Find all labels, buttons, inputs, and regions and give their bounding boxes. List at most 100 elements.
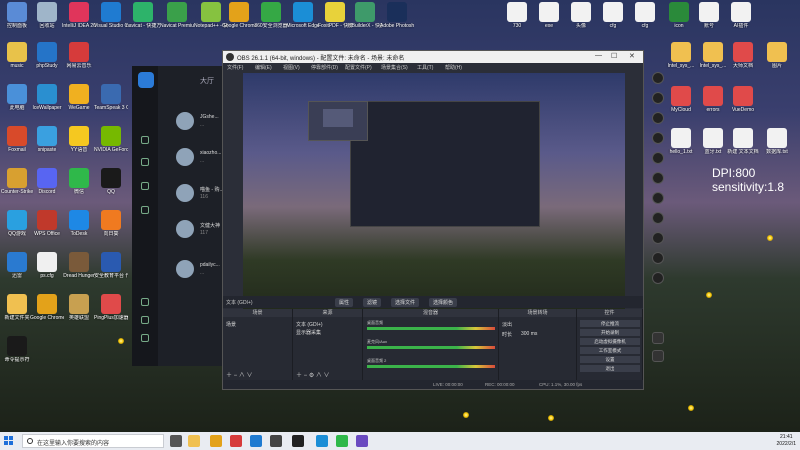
desktop-icon[interactable]: Intel_sys_... bbox=[696, 42, 730, 69]
desktop-icon[interactable]: Foxmail bbox=[0, 126, 34, 153]
minimize-button[interactable]: — bbox=[595, 52, 602, 59]
wifi-icon[interactable] bbox=[141, 206, 149, 214]
desktop-icon[interactable]: 回收站 bbox=[30, 2, 64, 29]
source-item-display[interactable]: 显示器采集 bbox=[296, 329, 321, 336]
chat-icon[interactable] bbox=[652, 350, 664, 362]
friends-icon[interactable] bbox=[141, 158, 149, 166]
volume-meter[interactable] bbox=[367, 346, 495, 349]
desktop-icon[interactable]: cfg bbox=[596, 2, 630, 29]
desktop-icon[interactable]: Intel_sys_... bbox=[664, 42, 698, 69]
desktop-icon[interactable]: AI插件 bbox=[724, 2, 758, 29]
desktop-icon[interactable]: 新建文件夹 bbox=[0, 294, 34, 321]
toolbar-button[interactable] bbox=[652, 252, 664, 264]
properties-button[interactable]: 属性 bbox=[335, 298, 354, 307]
chat-contact-row[interactable]: xiaozho...... bbox=[172, 140, 228, 178]
select-color-button[interactable]: 选择颜色 bbox=[429, 298, 458, 307]
power-icon[interactable] bbox=[652, 332, 664, 344]
desktop-icon[interactable]: VueDemo bbox=[726, 86, 760, 113]
desktop-icon[interactable]: 命令提示符 bbox=[0, 336, 34, 363]
settings-icon[interactable] bbox=[141, 334, 149, 342]
menu-profile[interactable]: 配置文件(P) bbox=[345, 64, 372, 71]
start-recording-button[interactable]: 开始录制 bbox=[580, 329, 640, 336]
desktop-icon[interactable]: Adobe Photosh... bbox=[380, 2, 414, 29]
desktop-icon[interactable]: Discord bbox=[30, 168, 64, 195]
menu-file[interactable]: 文件(F) bbox=[227, 64, 243, 71]
exit-button[interactable]: 退出 bbox=[580, 365, 640, 372]
other-icon[interactable] bbox=[356, 435, 368, 447]
desktop-icon[interactable]: IceWallpaper bbox=[30, 84, 64, 111]
typora-icon[interactable] bbox=[270, 435, 282, 447]
desktop-icon[interactable]: phpStudy bbox=[30, 42, 64, 69]
desktop-icon[interactable]: navicat - 快捷方式 bbox=[126, 2, 160, 29]
taskbar-search-box[interactable]: 在这里输入你要搜索的内容 bbox=[22, 434, 164, 448]
desktop-icon[interactable]: ps.cfg bbox=[30, 252, 64, 279]
close-button[interactable]: ✕ bbox=[629, 52, 635, 60]
wechat-icon[interactable] bbox=[336, 435, 348, 447]
toolbar-button[interactable] bbox=[652, 112, 664, 124]
desktop-icon[interactable]: 英雄联盟 bbox=[62, 294, 96, 321]
scene-controls[interactable]: ＋ − ∧ ∨ bbox=[226, 370, 253, 379]
desktop-icon[interactable]: 图片 bbox=[760, 42, 794, 69]
filters-button[interactable]: 滤镜 bbox=[363, 298, 382, 307]
windows-start-icon[interactable] bbox=[4, 436, 14, 446]
toolbar-button[interactable] bbox=[652, 192, 664, 204]
search-icon[interactable] bbox=[141, 298, 149, 306]
settings-button[interactable]: 设置 bbox=[580, 356, 640, 363]
desktop-icon[interactable]: 新建 文本文档 bbox=[726, 128, 760, 155]
desktop-icon[interactable]: 账号 bbox=[692, 2, 726, 29]
desktop-icon[interactable]: Google Chrome bbox=[222, 2, 256, 29]
desktop-icon[interactable]: ToDesk bbox=[62, 210, 96, 237]
chat-contact-row[interactable]: pdailyc...... bbox=[172, 252, 228, 290]
chat-contact-row[interactable]: 喵鱼 - 购... 116 bbox=[172, 176, 228, 214]
toolbar-button[interactable] bbox=[652, 72, 664, 84]
desktop-icon[interactable]: Microsoft Edge bbox=[286, 2, 320, 29]
desktop-icon[interactable]: 此电脑 bbox=[0, 84, 34, 111]
volume-meter[interactable] bbox=[367, 327, 495, 330]
stop-streaming-button[interactable]: 停止推流 bbox=[580, 320, 640, 327]
desktop-icon[interactable]: TeamSpeak 3 Client bbox=[94, 84, 128, 111]
system-clock[interactable]: 21:41 2022/2/1 bbox=[777, 434, 796, 448]
desktop-icon[interactable]: NVIDIA GeForce bbox=[94, 126, 128, 153]
desktop-icon[interactable]: hello_1.txt bbox=[664, 128, 698, 155]
select-file-button[interactable]: 选择文件 bbox=[391, 298, 420, 307]
vscode-icon[interactable] bbox=[250, 435, 262, 447]
desktop-icon[interactable]: 蓝牙.txt bbox=[696, 128, 730, 155]
desktop-icon[interactable]: Dread Hunger bbox=[62, 252, 96, 279]
chat-contact-row[interactable]: 文健大神 117 bbox=[172, 212, 228, 250]
games-icon[interactable] bbox=[141, 182, 149, 190]
menu-tools[interactable]: 工具(T) bbox=[417, 64, 433, 71]
source-controls[interactable]: ＋ − ⚙ ∧ ∨ bbox=[296, 370, 330, 379]
desktop-icon[interactable]: IntelliJ IDEA 2021.2.1 bbox=[62, 2, 96, 29]
desktop-icon[interactable]: 730 bbox=[500, 2, 534, 29]
desktop-icon[interactable]: YY语音 bbox=[62, 126, 96, 153]
group-icon[interactable] bbox=[141, 316, 149, 324]
desktop-icon[interactable]: 控制面板 bbox=[0, 2, 34, 29]
desktop-icon[interactable]: 大师文档 bbox=[726, 42, 760, 69]
studio-mode-button[interactable]: 工作室模式 bbox=[580, 347, 640, 354]
desktop-icon[interactable]: 微信 bbox=[62, 168, 96, 195]
toolbar-button[interactable] bbox=[652, 152, 664, 164]
desktop-icon[interactable]: MyCloud bbox=[664, 86, 698, 113]
desktop-icon[interactable]: icon bbox=[662, 2, 696, 29]
desktop-icon[interactable]: QQ bbox=[94, 168, 128, 195]
desktop-icon[interactable]: 向日葵 bbox=[94, 210, 128, 237]
desktop-icon[interactable]: 安全教育平台 作业 文档 bbox=[94, 252, 128, 279]
desktop-icon[interactable]: WPS Office bbox=[30, 210, 64, 237]
menu-docks[interactable]: 停靠部件(D) bbox=[311, 64, 338, 71]
toolbar-button[interactable] bbox=[652, 272, 664, 284]
desktop-icon[interactable]: cfg bbox=[628, 2, 662, 29]
desktop-icon[interactable]: PingPlus加速器 bbox=[94, 294, 128, 321]
desktop-icon[interactable]: 头像 bbox=[564, 2, 598, 29]
desktop-icon[interactable]: Visual Studio Code bbox=[94, 2, 128, 29]
transition-type[interactable]: 淡出 bbox=[502, 321, 512, 328]
desktop-icon[interactable]: exe bbox=[532, 2, 566, 29]
chrome-icon[interactable] bbox=[210, 435, 222, 447]
desktop-icon[interactable]: QQ游戏 bbox=[0, 210, 34, 237]
desktop-icon[interactable]: Google Chrome bbox=[30, 294, 64, 321]
maximize-button[interactable]: ☐ bbox=[611, 52, 617, 60]
desktop-icon[interactable]: 360安全浏览器 bbox=[254, 2, 288, 29]
duration-value[interactable]: 300 ms bbox=[521, 331, 537, 337]
scene-item[interactable]: 场景 bbox=[226, 321, 236, 328]
toolbar-button[interactable] bbox=[652, 92, 664, 104]
desktop-icon[interactable]: Navicat Premium 11 bbox=[160, 2, 194, 29]
